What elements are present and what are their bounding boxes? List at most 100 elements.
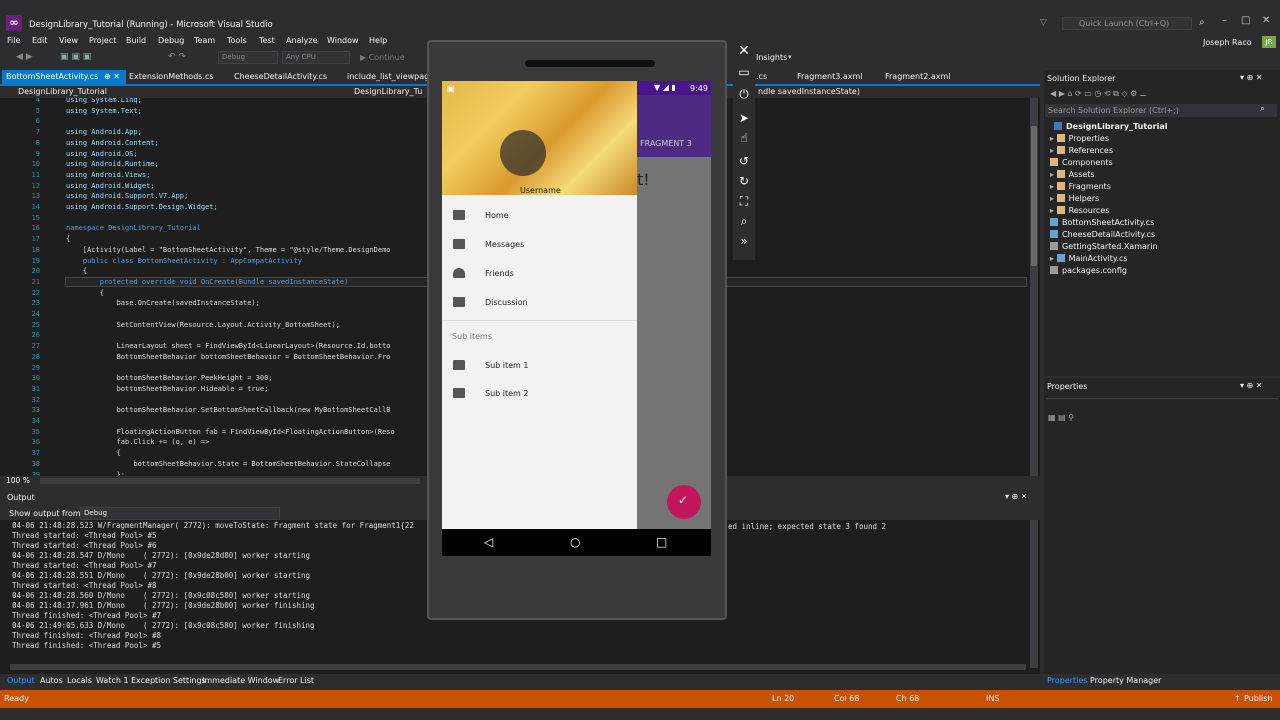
more-icon[interactable]: » <box>737 234 751 248</box>
solution-toolbar-icons[interactable]: ◀ ▶ ⌂ ⟳ ▭ ◷ ⟲ ⧉ ◇ ⚙ ⚊ <box>1050 89 1147 99</box>
screenshot-icon[interactable]: ⛶ <box>737 194 751 208</box>
properties-toolbar-icons[interactable]: ▦ ▤ ⚲ <box>1048 413 1074 422</box>
power-icon[interactable]: ⏻ <box>737 87 751 101</box>
close-button[interactable]: ✕ <box>1262 15 1270 26</box>
tree-item[interactable]: GettingStarted.Xamarin <box>1050 242 1158 251</box>
horizontal-scrollbar[interactable] <box>40 478 420 484</box>
file-icon <box>1050 158 1058 166</box>
home-icon[interactable]: ○ <box>570 535 580 549</box>
insights-menu[interactable]: Insights <box>756 53 787 62</box>
publish-icon[interactable]: ↑ <box>1234 694 1241 703</box>
nav-class-dropdown[interactable]: DesignLibrary_Tu <box>354 87 422 96</box>
tab-extensionmethods[interactable]: ExtensionMethods.cs <box>129 72 214 81</box>
tree-item[interactable]: ▸ MainActivity.cs <box>1050 254 1128 263</box>
pin-icon[interactable]: ▾ ⊕ ✕ <box>1005 492 1028 501</box>
tab-output[interactable]: Output <box>7 676 35 685</box>
close-icon[interactable]: ✕ <box>737 44 751 58</box>
tree-item[interactable]: ▸ Resources <box>1050 206 1109 215</box>
output-h-scrollbar[interactable] <box>10 664 1026 670</box>
tab-bottomsheetactivity[interactable]: BottomSheetActivity.cs <box>6 72 98 81</box>
tree-item[interactable]: packages.config <box>1050 266 1127 275</box>
platform-dropdown[interactable]: Any CPU <box>282 51 350 64</box>
tree-item[interactable]: CheeseDetailActivity.cs <box>1050 230 1155 239</box>
pointer-icon[interactable]: ➤ <box>737 111 751 125</box>
drawer-sub-item-1[interactable]: Sub item 1 <box>485 361 528 370</box>
tree-item[interactable]: ▸ References <box>1050 146 1113 155</box>
menu-help[interactable]: Help <box>369 36 387 45</box>
continue-button[interactable]: ▶ Continue <box>360 53 405 62</box>
hand-icon[interactable]: ☝ <box>737 131 751 145</box>
tab-exception-settings[interactable]: Exception Settings <box>131 676 206 685</box>
rotate-right-icon[interactable]: ↻ <box>737 174 751 188</box>
tab-immediate-window[interactable]: Immediate Window <box>202 676 279 685</box>
drawer-item-friends[interactable]: Friends <box>485 269 514 278</box>
drawer-sub-item-2[interactable]: Sub item 2 <box>485 389 528 398</box>
filter-icon[interactable]: ▽ <box>1040 18 1047 28</box>
tab-fragment2[interactable]: Fragment2.axml <box>885 72 951 81</box>
save-icon[interactable]: ▣ ▣ ▣ <box>60 52 91 62</box>
config-dropdown[interactable]: Debug <box>218 51 278 64</box>
menu-debug[interactable]: Debug <box>158 36 184 45</box>
scrollbar-thumb[interactable] <box>1031 126 1037 266</box>
floating-action-button[interactable]: ✓ <box>667 485 701 519</box>
tree-project[interactable]: DesignLibrary_Tutorial <box>1054 122 1167 131</box>
tree-item[interactable]: ▸ Fragments <box>1050 182 1111 191</box>
avatar[interactable]: JR <box>1262 36 1276 48</box>
tree-item[interactable]: ▸ Assets <box>1050 170 1095 179</box>
minimize-button[interactable]: – <box>1222 15 1227 26</box>
zoom-icon[interactable]: ⌕ <box>737 214 751 228</box>
menu-analyze[interactable]: Analyze <box>286 36 318 45</box>
tab-autos[interactable]: Autos <box>40 676 63 685</box>
menu-view[interactable]: View <box>59 36 78 45</box>
nav-project-dropdown[interactable]: DesignLibrary_Tutorial <box>18 87 107 96</box>
undo-icon[interactable]: ↶ ↷ <box>168 52 186 62</box>
tab-property-manager[interactable]: Property Manager <box>1090 676 1161 685</box>
maximize-button[interactable]: □ <box>1241 15 1250 26</box>
tab-watch-1[interactable]: Watch 1 <box>96 676 129 685</box>
rotate-left-icon[interactable]: ↺ <box>737 154 751 168</box>
menu-tools[interactable]: Tools <box>227 36 247 45</box>
menu-window[interactable]: Window <box>327 36 359 45</box>
menu-edit[interactable]: Edit <box>32 36 48 45</box>
tab-fragment3[interactable]: Fragment3.axml <box>797 72 863 81</box>
minimize-icon[interactable]: ▭ <box>737 65 751 79</box>
tree-item[interactable]: ▸ Helpers <box>1050 194 1099 203</box>
menu-build[interactable]: Build <box>126 36 146 45</box>
back-icon[interactable]: ◁ <box>484 535 493 549</box>
chevron-down-icon[interactable]: ▾ <box>788 53 792 61</box>
back-icon[interactable]: ◀ ▶ <box>16 52 33 62</box>
drawer-item-discussion[interactable]: Discussion <box>485 298 528 307</box>
user-name[interactable]: Joseph Raco <box>1203 38 1252 47</box>
menu-test[interactable]: Test <box>259 36 275 45</box>
solution-search-input[interactable]: Search Solution Explorer (Ctrl+;) ⌕ <box>1045 104 1277 117</box>
nav-member-dropdown[interactable]: ndle savedInstanceState) <box>758 87 860 96</box>
tab-cheesedetailactivity[interactable]: CheeseDetailActivity.cs <box>234 72 327 81</box>
tab-include-list-viewpager[interactable]: include_list_viewpager <box>347 72 437 81</box>
drawer-item-messages[interactable]: Messages <box>485 240 524 249</box>
tab-properties[interactable]: Properties <box>1047 676 1087 685</box>
tab-error-list[interactable]: Error List <box>278 676 314 685</box>
tab-fragment-3[interactable]: FRAGMENT 3 <box>640 139 692 148</box>
tree-item[interactable]: BottomSheetActivity.cs <box>1050 218 1154 227</box>
menu-team[interactable]: Team <box>194 36 215 45</box>
recents-icon[interactable]: □ <box>656 535 667 549</box>
search-icon[interactable]: ⌕ <box>1260 104 1265 114</box>
pin-icon[interactable]: ▾ ⊕ ✕ <box>1240 381 1263 390</box>
zoom-level[interactable]: 100 % <box>6 476 30 485</box>
quick-launch-input[interactable]: Quick Launch (Ctrl+Q) <box>1062 17 1192 30</box>
search-icon[interactable]: ⌕ <box>1199 17 1205 28</box>
menu-file[interactable]: File <box>7 36 20 45</box>
code-line: using Android.Runtime; <box>66 160 159 169</box>
tree-item[interactable]: ▸ Properties <box>1050 134 1109 143</box>
tab-cs[interactable]: .cs <box>756 72 767 81</box>
tab-locals[interactable]: Locals <box>67 676 92 685</box>
pin-icon[interactable]: ⊕ ✕ <box>104 72 120 81</box>
avatar[interactable] <box>500 130 546 176</box>
tree-item[interactable]: Components <box>1050 158 1113 167</box>
output-v-scrollbar[interactable] <box>1030 520 1038 668</box>
pin-icon[interactable]: ▾ ⊕ ✕ <box>1240 73 1263 82</box>
menu-project[interactable]: Project <box>89 36 116 45</box>
drawer-item-home[interactable]: Home <box>485 211 509 220</box>
output-source-dropdown[interactable]: Debug <box>80 507 280 520</box>
publish-button[interactable]: Publish <box>1244 694 1273 703</box>
